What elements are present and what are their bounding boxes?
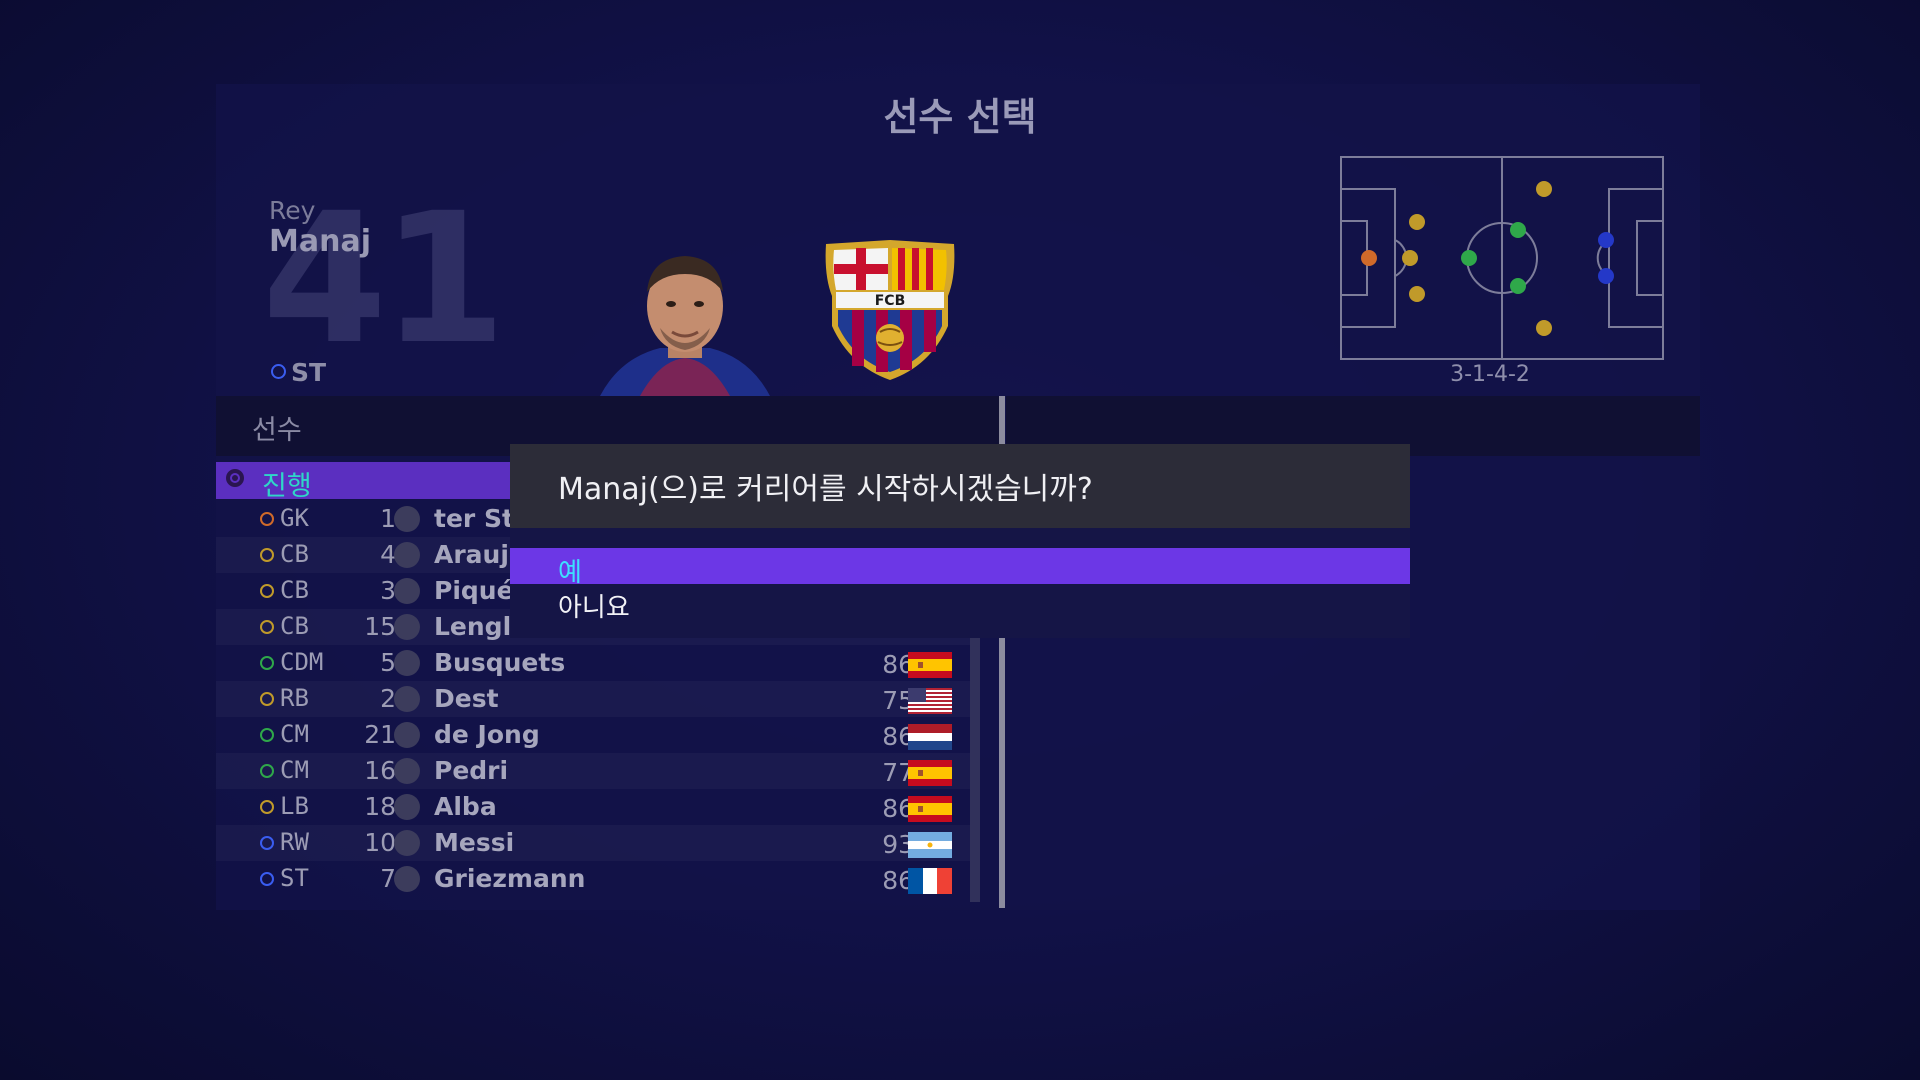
position-dot-icon [260, 764, 274, 778]
fc-barcelona-crest-icon: FCB [825, 240, 955, 380]
position-dot-icon [260, 584, 274, 598]
avatar [394, 614, 420, 640]
row-name: Pedri [434, 756, 509, 785]
row-name: Messi [434, 828, 515, 857]
position-dot-icon [260, 728, 274, 742]
avatar [394, 686, 420, 712]
row-number: 18 [364, 792, 396, 821]
avatar [394, 542, 420, 568]
row-position: ST [280, 864, 309, 892]
row-position: GK [280, 504, 309, 532]
yes-option-label[interactable]: 예 [558, 552, 582, 589]
screen-title: 선수 선택 [883, 95, 1037, 139]
row-number: 16 [364, 756, 396, 785]
avatar [394, 578, 420, 604]
row-position: CM [280, 756, 309, 784]
row-name: Busquets [434, 648, 566, 677]
row-position: CB [280, 576, 309, 604]
avatar [394, 794, 420, 820]
position-dot-icon [260, 800, 274, 814]
table-row[interactable]: CM 16 Pedri 77 [216, 753, 970, 789]
avatar [394, 722, 420, 748]
avatar [394, 866, 420, 892]
table-row[interactable]: CDM 5 Busquets 86 [216, 645, 970, 681]
table-row[interactable]: ST 7 Griezmann 86 [216, 861, 970, 897]
player-first-name: Rey [269, 196, 316, 225]
formation-label: 3-1-4-2 [1450, 362, 1530, 387]
avatar [394, 650, 420, 676]
position-dot-icon [260, 512, 274, 526]
row-position: CDM [280, 648, 324, 676]
row-rating: 86 [882, 794, 914, 823]
svg-text:FCB: FCB [875, 293, 906, 309]
spain-flag-icon [908, 652, 952, 678]
spain-flag-icon [908, 760, 952, 786]
table-row[interactable]: RB 2 Dest 75 [216, 681, 970, 717]
row-number: 4 [380, 540, 396, 569]
confirm-dialog: Manaj(으)로 커리어를 시작하시겠습니까? 예 아니요 [510, 444, 1410, 638]
row-position: RB [280, 684, 309, 712]
row-position: CB [280, 540, 309, 568]
spain-flag-icon [908, 796, 952, 822]
row-rating: 86 [882, 866, 914, 895]
progress-label: 진행 [262, 471, 312, 502]
row-rating: 93 [882, 830, 914, 859]
row-position: RW [280, 828, 309, 856]
row-rating: 86 [882, 722, 914, 751]
position-dot-icon [260, 620, 274, 634]
row-name: Griezmann [434, 864, 586, 893]
row-position: CM [280, 720, 309, 748]
row-name: Piqué [434, 576, 514, 605]
position-dot-icon [260, 692, 274, 706]
row-number: 2 [380, 684, 396, 713]
dialog-question: Manaj(으)로 커리어를 시작하시겠습니까? [558, 472, 1093, 507]
position-dot-icon [260, 548, 274, 562]
player-position: ST [291, 358, 327, 387]
row-number: 15 [364, 612, 396, 641]
row-position: CB [280, 612, 309, 640]
row-number: 21 [364, 720, 396, 749]
player-portrait [600, 256, 770, 396]
row-position: LB [280, 792, 309, 820]
row-rating: 75 [882, 686, 914, 715]
row-rating: 86 [882, 650, 914, 679]
formation-pitch [1340, 156, 1664, 360]
argentina-flag-icon [908, 832, 952, 858]
row-name: Alba [434, 792, 497, 821]
table-row[interactable]: RW 10 Messi 93 [216, 825, 970, 861]
avatar [394, 758, 420, 784]
usa-flag-icon [908, 688, 952, 714]
row-name: Dest [434, 684, 499, 713]
player-last-name: Manaj [269, 224, 371, 259]
avatar [394, 506, 420, 532]
player-list-title: 선수 [252, 415, 302, 446]
target-icon [226, 469, 244, 487]
row-name: de Jong [434, 720, 540, 749]
table-row[interactable]: LB 18 Alba 86 [216, 789, 970, 825]
no-option[interactable]: 아니요 [558, 587, 630, 624]
france-flag-icon [908, 868, 952, 894]
yes-option[interactable] [510, 548, 1410, 584]
row-number: 7 [380, 864, 396, 893]
table-row[interactable]: CM 21 de Jong 86 [216, 717, 970, 753]
row-rating: 77 [882, 758, 914, 787]
position-dot-icon [260, 836, 274, 850]
player-list-scrollbar[interactable] [970, 620, 980, 902]
position-dot-icon [260, 872, 274, 886]
netherlands-flag-icon [908, 724, 952, 750]
progress-row[interactable] [216, 462, 512, 499]
row-number: 5 [380, 648, 396, 677]
avatar [394, 830, 420, 856]
row-number: 3 [380, 576, 396, 605]
position-dot-icon [260, 656, 274, 670]
position-ring-icon [271, 364, 286, 379]
row-number: 1 [380, 504, 396, 533]
row-number: 10 [364, 828, 396, 857]
